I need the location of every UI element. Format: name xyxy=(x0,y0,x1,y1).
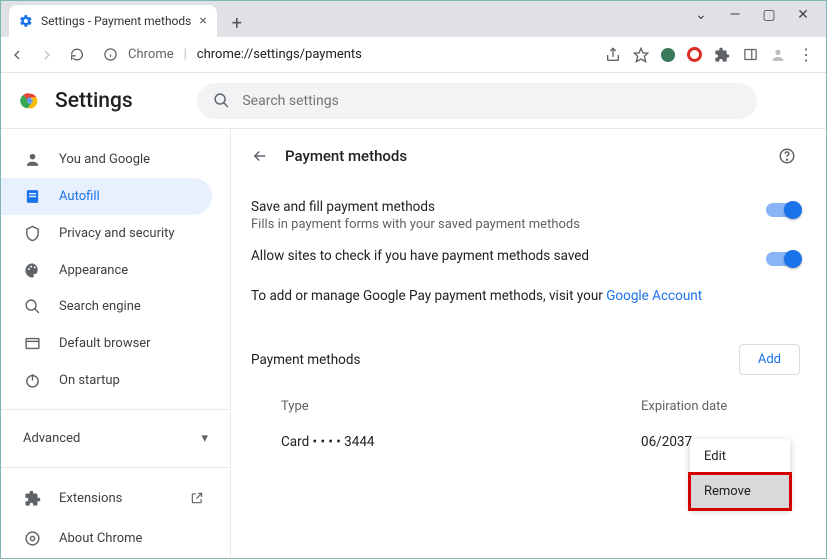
palette-icon xyxy=(23,262,41,279)
setting-title: Save and fill payment methods xyxy=(251,199,580,215)
sidebar-item-label: On startup xyxy=(59,373,120,388)
sidebar-item-about[interactable]: About Chrome xyxy=(1,518,212,558)
person-icon xyxy=(23,151,41,168)
setting-save-fill: Save and fill payment methods Fills in p… xyxy=(251,191,800,240)
puzzle-icon xyxy=(23,490,41,507)
sidebar-item-label: Search engine xyxy=(59,299,141,314)
profile-icon[interactable] xyxy=(770,47,786,63)
puzzle-icon[interactable] xyxy=(714,47,730,63)
sidebar-item-label: Appearance xyxy=(59,263,128,278)
google-account-link[interactable]: Google Account xyxy=(606,288,702,304)
settings-search[interactable] xyxy=(197,83,757,119)
sidebar-item-autofill[interactable]: Autofill xyxy=(1,178,212,215)
gear-icon xyxy=(19,14,33,28)
autofill-icon xyxy=(23,188,41,205)
card-exp: 06/2037 xyxy=(641,434,692,450)
sidebar-item-default-browser[interactable]: Default browser xyxy=(1,325,212,362)
kebab-icon[interactable]: ⋮ xyxy=(798,47,814,63)
card-context-menu: Edit Remove xyxy=(690,439,790,509)
sidebar: You and Google Autofill Privacy and secu… xyxy=(1,129,231,558)
content: Payment methods Save and fill payment me… xyxy=(231,129,826,558)
extension-icon[interactable] xyxy=(687,47,702,62)
advanced-label: Advanced xyxy=(23,431,80,446)
forward-icon xyxy=(39,47,55,63)
back-icon[interactable] xyxy=(9,47,25,63)
star-icon[interactable] xyxy=(633,47,649,63)
sidebar-item-extensions[interactable]: Extensions xyxy=(1,478,212,518)
sidepanel-icon[interactable] xyxy=(742,47,758,63)
window-titlebar: Settings - Payment methods × + ⌄ — ▢ ✕ xyxy=(1,1,826,37)
search-input[interactable] xyxy=(242,93,741,109)
address-bar[interactable]: Chrome | chrome://settings/payments xyxy=(97,47,593,62)
search-icon xyxy=(23,298,41,315)
tab-title: Settings - Payment methods xyxy=(41,14,191,28)
power-icon xyxy=(23,372,41,389)
new-tab-button[interactable]: + xyxy=(223,9,251,37)
menu-remove[interactable]: Remove xyxy=(690,474,790,509)
chrome-icon xyxy=(23,530,41,547)
setting-title: Allow sites to check if you have payment… xyxy=(251,248,589,264)
help-icon[interactable] xyxy=(778,147,796,165)
browser-tab[interactable]: Settings - Payment methods × xyxy=(9,5,217,37)
menu-edit[interactable]: Edit xyxy=(690,439,790,474)
reload-icon[interactable] xyxy=(69,47,85,63)
chrome-logo-icon xyxy=(19,90,41,112)
sidebar-item-privacy[interactable]: Privacy and security xyxy=(1,215,212,252)
sidebar-item-label: Autofill xyxy=(59,189,100,204)
card-type: Card • • • • 3444 xyxy=(281,434,641,450)
gp-prefix: To add or manage Google Pay payment meth… xyxy=(251,288,606,304)
maximize-icon[interactable]: ▢ xyxy=(760,7,778,23)
close-tab-icon[interactable]: × xyxy=(199,13,206,29)
search-icon xyxy=(213,92,230,109)
app-header: Settings xyxy=(1,73,826,129)
app-title: Settings xyxy=(55,89,133,113)
window-controls: ⌄ — ▢ ✕ xyxy=(678,1,826,29)
col-type: Type xyxy=(281,399,641,414)
url-path: chrome://settings/payments xyxy=(197,47,362,62)
sidebar-item-label: Privacy and security xyxy=(59,226,175,241)
browser-icon xyxy=(23,335,41,352)
sidebar-item-label: About Chrome xyxy=(59,531,142,546)
share-icon[interactable] xyxy=(605,47,621,63)
toggle-allow-check[interactable] xyxy=(766,252,800,266)
page-title: Payment methods xyxy=(285,147,407,165)
google-pay-text: To add or manage Google Pay payment meth… xyxy=(251,288,800,304)
url-label: Chrome xyxy=(128,47,174,62)
close-window-icon[interactable]: ✕ xyxy=(794,7,812,23)
chevron-down-icon: ▾ xyxy=(201,431,208,446)
sidebar-item-label: Extensions xyxy=(59,491,122,506)
sidebar-advanced[interactable]: Advanced ▾ xyxy=(1,420,230,457)
setting-allow-check: Allow sites to check if you have payment… xyxy=(251,240,800,274)
sidebar-item-label: Default browser xyxy=(59,336,151,351)
chevron-down-icon[interactable]: ⌄ xyxy=(692,7,710,23)
sidebar-item-search-engine[interactable]: Search engine xyxy=(1,289,212,326)
back-arrow-icon[interactable] xyxy=(251,147,269,165)
browser-toolbar: Chrome | chrome://settings/payments ⋮ xyxy=(1,37,826,73)
sidebar-item-you-and-google[interactable]: You and Google xyxy=(1,141,212,178)
col-exp: Expiration date xyxy=(641,399,727,414)
toggle-save-fill[interactable] xyxy=(766,203,800,217)
sidebar-item-appearance[interactable]: Appearance xyxy=(1,252,212,289)
sidebar-item-on-startup[interactable]: On startup xyxy=(1,362,212,399)
pm-header: Payment methods xyxy=(251,352,360,368)
open-external-icon xyxy=(190,491,204,505)
sidebar-item-label: You and Google xyxy=(59,152,150,167)
info-icon xyxy=(103,47,118,62)
add-button[interactable]: Add xyxy=(739,344,800,375)
shield-icon xyxy=(23,225,41,242)
extension-icon[interactable] xyxy=(661,48,675,62)
minimize-icon[interactable]: — xyxy=(726,7,744,23)
setting-sub: Fills in payment forms with your saved p… xyxy=(251,217,580,232)
